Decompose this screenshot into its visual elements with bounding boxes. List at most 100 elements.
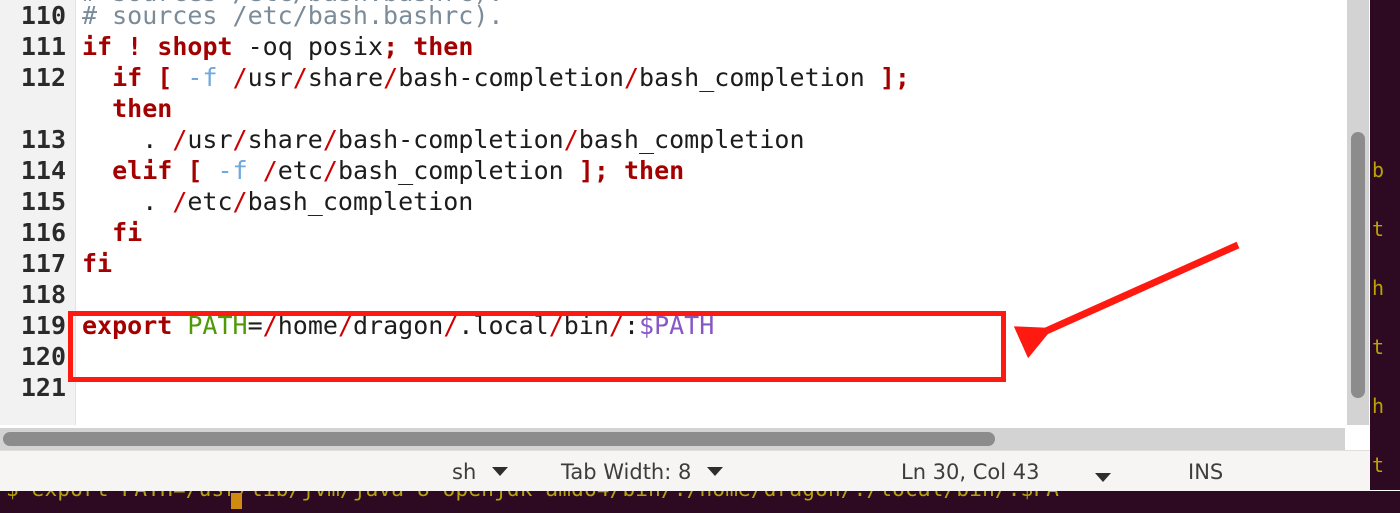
tab-width-label: Tab Width: 8 [561, 460, 692, 484]
chevron-down-icon [707, 466, 724, 476]
code-token: [ [187, 156, 203, 185]
terminal-edge-char: t [1372, 335, 1385, 359]
code-token: / [383, 63, 399, 92]
code-line[interactable]: 118 [0, 279, 1345, 310]
code-token: .local [458, 311, 549, 340]
code-line[interactable]: 114 elif [ -f /etc/bash_completion ]; th… [0, 155, 1345, 186]
horizontal-scrollbar-thumb[interactable] [3, 432, 995, 446]
code-token: = [247, 311, 263, 340]
terminal-edge-char: b [1372, 158, 1385, 182]
vertical-scrollbar[interactable] [1347, 0, 1369, 425]
code-token: / [172, 187, 188, 216]
code-line-text: fi [82, 217, 142, 248]
code-token: / [292, 63, 308, 92]
code-line[interactable]: 119 export PATH=/home/dragon/.local/bin/:… [0, 310, 1345, 341]
terminal-command-text: $ export PATH=/usr/lib/jvm/java-8-openjd… [6, 491, 1059, 501]
code-token: : [623, 311, 640, 340]
code-token: etc [277, 156, 323, 185]
code-token: # sources /etc/bash.bashrc). [82, 1, 504, 30]
code-token: home [277, 311, 338, 340]
code-line-text: . /usr/share/bash-completion/bash_comple… [82, 124, 805, 155]
language-selector[interactable]: sh [452, 460, 508, 484]
code-token: / [608, 311, 624, 340]
code-token: share [307, 63, 384, 92]
position-dropdown-button[interactable] [1095, 466, 1111, 490]
code-token: / [337, 311, 353, 340]
code-token: then [413, 32, 474, 61]
code-token: bash_completion [337, 156, 579, 185]
code-token: / [232, 125, 248, 154]
code-line[interactable]: 115 . /etc/bash_completion [0, 186, 1345, 217]
code-token: / [172, 125, 188, 154]
code-line[interactable]: 110 # sources /etc/bash.bashrc). [0, 0, 1345, 31]
code-line[interactable]: 116 fi [0, 217, 1345, 248]
code-token: share [247, 125, 323, 154]
code-token: [ [157, 63, 173, 92]
code-token: then [623, 156, 685, 185]
chevron-down-icon [1095, 472, 1111, 482]
terminal-cursor [231, 493, 242, 509]
code-token: PATH [187, 311, 248, 340]
vertical-scrollbar-thumb[interactable] [1351, 132, 1365, 398]
code-token: . [82, 187, 173, 216]
code-token: / [322, 125, 338, 154]
code-token: / [443, 311, 459, 340]
line-number: 115 [20, 187, 66, 216]
code-line[interactable]: 111 if ! shopt -oq posix; then [0, 31, 1345, 62]
code-token: . [82, 125, 173, 154]
code-token: etc [187, 187, 233, 216]
line-number: 113 [20, 125, 66, 154]
terminal-edge-char: t [1372, 453, 1385, 477]
line-number: 117 [20, 249, 66, 278]
insert-mode-indicator[interactable]: INS [1188, 460, 1223, 484]
code-line[interactable]: 120 [0, 341, 1345, 372]
terminal-edge-sliver: b t h t h t [1370, 0, 1400, 490]
code-token: bash_completion [578, 125, 805, 154]
code-token: elif [112, 156, 173, 185]
code-token: export [82, 311, 173, 340]
code-line-text: if ! shopt -oq posix; then [82, 31, 473, 62]
code-token: if [112, 63, 143, 92]
code-token: shopt [157, 32, 233, 61]
code-line-text: . /etc/bash_completion [82, 186, 473, 217]
tab-width-selector[interactable]: Tab Width: 8 [561, 460, 724, 484]
horizontal-scrollbar[interactable] [0, 428, 1345, 450]
cursor-position-indicator: Ln 30, Col 43 [901, 460, 1040, 484]
code-line-text: fi [82, 248, 112, 279]
code-line-text: then [82, 93, 172, 124]
code-line[interactable]: 113 . /usr/share/bash-completion/bash_co… [0, 124, 1345, 155]
code-token: fi [112, 218, 143, 247]
code-line[interactable]: 117 fi [0, 248, 1345, 279]
code-line[interactable]: 121 [0, 372, 1345, 403]
code-token: bash_completion [247, 187, 474, 216]
code-token: / [262, 156, 278, 185]
line-number: 121 [20, 373, 66, 402]
terminal-edge-char: t [1372, 217, 1385, 241]
code-content[interactable]: 110 # sources /etc/bash.bashrc). 111 if ! s… [0, 0, 1345, 425]
code-token: $PATH [639, 311, 715, 340]
code-line-text: # sources /etc/bash.bashrc). [82, 0, 503, 31]
terminal-edge-char: h [1372, 394, 1385, 418]
text-editor-window: # sources /etc/bash.bashrc). 110 # source… [0, 0, 1400, 513]
code-token: then [112, 94, 173, 123]
editor-area[interactable]: # sources /etc/bash.bashrc). 110 # source… [0, 0, 1345, 425]
terminal-bottom-band[interactable]: $ export PATH=/usr/lib/jvm/java-8-openjd… [0, 491, 1400, 513]
code-line[interactable]: 112 if [ -f /usr/share/bash-completion/b… [0, 62, 1345, 93]
code-token: / [322, 156, 338, 185]
code-token: usr [187, 125, 233, 154]
code-token: usr [247, 63, 293, 92]
code-token: / [563, 125, 579, 154]
code-token: bash-completion [337, 125, 564, 154]
code-token: / [623, 63, 640, 92]
code-line[interactable]: then [0, 93, 1345, 124]
line-number: 119 [20, 311, 66, 340]
